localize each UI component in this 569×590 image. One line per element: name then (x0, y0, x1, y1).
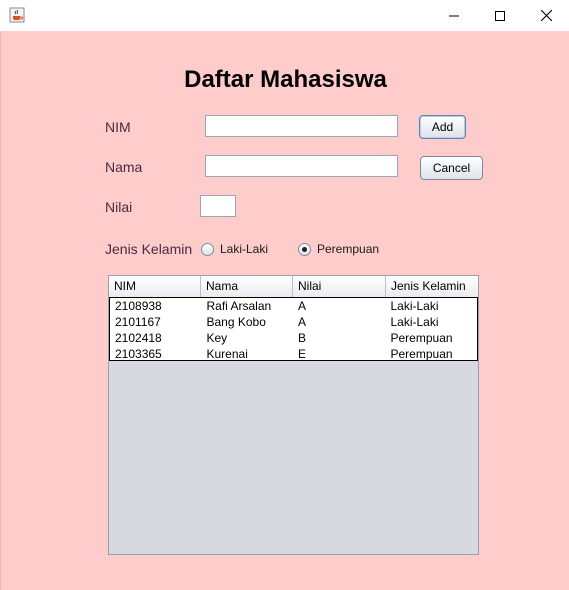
table-cell: 2102418 (115, 331, 162, 345)
cancel-button[interactable]: Cancel (420, 156, 483, 180)
table-cell: E (298, 347, 307, 361)
form-panel: Daftar Mahasiswa NIM Add Nama Cancel Nil… (0, 31, 569, 590)
table-row[interactable]: 2108938 Rafi Arsalan A Laki-Laki (110, 298, 477, 314)
column-header-nama[interactable]: Nama (201, 276, 293, 297)
table-cell: Bang Kobo (206, 315, 266, 329)
radio-perempuan[interactable] (298, 243, 311, 256)
java-coffee-icon (9, 7, 25, 23)
radio-laki-laki-label[interactable]: Laki-Laki (220, 242, 268, 256)
nilai-field[interactable] (200, 195, 236, 217)
close-button[interactable] (523, 0, 569, 31)
column-header-jenis-kelamin[interactable]: Jenis Kelamin (386, 276, 478, 297)
table-row[interactable]: 2101167 Bang Kobo A Laki-Laki (110, 314, 477, 330)
maximize-button[interactable] (477, 0, 523, 31)
table-row[interactable]: 2103365 Kurenai E Perempuan (110, 346, 477, 362)
table-cell: Perempuan (390, 331, 453, 345)
nama-label: Nama (105, 159, 143, 175)
table-cell: A (298, 315, 307, 329)
maximize-icon (495, 10, 505, 21)
table-cell: Key (206, 331, 228, 345)
table-cell: B (298, 331, 307, 345)
table-cell: Rafi Arsalan (206, 299, 272, 313)
table-scroll-pane[interactable]: NIM Nama Nilai Jenis Kelamin 2108938 Raf… (108, 275, 479, 555)
column-header-nim[interactable]: NIM (109, 276, 201, 297)
radio-selected-dot (302, 247, 307, 252)
table-cell: Perempuan (390, 347, 453, 361)
close-icon (540, 10, 552, 21)
table-cell: Laki-Laki (390, 315, 439, 329)
table-row[interactable]: 2102418 Key B Perempuan (110, 330, 477, 346)
table-cell: 2101167 (115, 315, 161, 329)
radio-perempuan-label[interactable]: Perempuan (317, 242, 379, 256)
nilai-label: Nilai (105, 199, 133, 215)
minimize-icon (449, 15, 459, 16)
minimize-button[interactable] (431, 0, 477, 31)
table-cell: 2103365 (115, 347, 162, 361)
nama-field[interactable] (205, 155, 398, 177)
radio-laki-laki[interactable] (201, 243, 214, 256)
nim-field[interactable] (205, 115, 398, 137)
nim-label: NIM (105, 119, 131, 135)
jenis-kelamin-label: Jenis Kelamin (105, 241, 193, 257)
table-cell: A (298, 299, 307, 313)
table-cell: Laki-Laki (390, 299, 439, 313)
add-button[interactable]: Add (419, 115, 466, 139)
table-body: 2108938 Rafi Arsalan A Laki-Laki 2101167… (109, 297, 478, 361)
table-header: NIM Nama Nilai Jenis Kelamin (109, 276, 478, 298)
column-header-nilai[interactable]: Nilai (293, 276, 386, 297)
page-title: Daftar Mahasiswa (184, 66, 387, 93)
table-cell: Kurenai (206, 347, 248, 361)
table-cell: 2108938 (115, 299, 162, 313)
window-titlebar (0, 0, 569, 32)
